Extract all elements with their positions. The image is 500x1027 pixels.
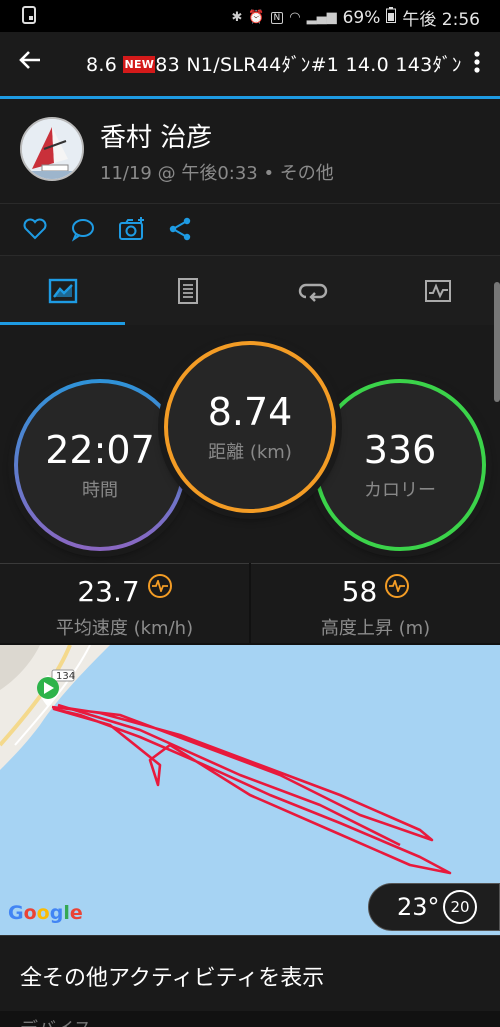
status-bar: ✱ ⏰ N ◠ ▂▄▆ 69% 午後 2:56: [0, 0, 500, 32]
calories-value: 336: [363, 428, 437, 472]
battery-percent: 69%: [342, 7, 381, 28]
loop-icon: [298, 283, 327, 302]
new-badge: NEW: [123, 56, 156, 73]
battery-icon: [386, 7, 397, 28]
action-bar: [0, 203, 500, 255]
temperature: 23°: [397, 893, 440, 921]
avatar[interactable]: [20, 117, 84, 181]
heart-icon[interactable]: [22, 216, 50, 244]
graph-icon: [424, 280, 451, 302]
time-value: 22:07: [45, 428, 155, 472]
google-attribution: Google: [8, 902, 83, 924]
screenshot-notification-icon: [22, 6, 36, 29]
summary-chart-icon: [48, 278, 77, 304]
distance-value: 8.74: [207, 390, 293, 434]
back-arrow-icon[interactable]: [18, 46, 42, 80]
alarm-icon: ⏰: [248, 10, 265, 25]
graphs-tab[interactable]: [375, 256, 500, 326]
calories-label: カロリー: [364, 480, 436, 501]
activity-meta: 11/19 @ 午後0:33 • その他: [100, 163, 334, 184]
activity-title: 8.6 NEW83 N1/SLR44ﾀﾞﾝ#1 14.0 143ﾀﾞﾝ: [86, 50, 462, 77]
bluetooth-icon: ✱: [231, 10, 243, 25]
stats-panel: 22:07 時間 336 カロリー 8.74 距離 (km): [0, 325, 500, 563]
scrollbar[interactable]: [494, 282, 500, 402]
time-label: 時間: [82, 480, 118, 501]
avg-speed-label: 平均速度 (km/h): [55, 618, 194, 639]
show-all-activities-link[interactable]: 全その他アクティビティを表示: [0, 935, 500, 1011]
profile-header: 香村 治彦 11/19 @ 午後0:33 • その他: [0, 99, 500, 203]
document-icon: [177, 278, 198, 304]
signal-icon: ▂▄▆: [306, 10, 337, 25]
camera-add-icon[interactable]: [118, 216, 146, 244]
weather-badge[interactable]: 23° 20: [368, 883, 500, 931]
app-bar: 8.6 NEW83 N1/SLR44ﾀﾞﾝ#1 14.0 143ﾀﾞﾝ: [0, 32, 500, 96]
status-icons: ✱ ⏰ N ◠ ▂▄▆ 69% 午後 2:56: [231, 5, 480, 30]
show-all-activities-label: 全その他アクティビティを表示: [20, 966, 325, 991]
road-number: 134: [56, 671, 75, 682]
devices-section: デバイス: [0, 1011, 500, 1027]
share-icon[interactable]: [168, 216, 196, 244]
devices-heading: デバイス: [20, 1015, 91, 1027]
wind-speed-icon: 20: [443, 890, 477, 924]
ascent-value: 58: [341, 575, 378, 608]
ascent-stat: 58 高度上昇 (m): [251, 563, 500, 643]
kebab-menu-icon[interactable]: [474, 50, 480, 78]
time-stat: 22:07 時間: [14, 379, 186, 551]
title-suffix: 83 N1/SLR44ﾀﾞﾝ#1 14.0 143ﾀﾞﾝ: [155, 54, 462, 76]
summary-tab[interactable]: [0, 256, 125, 326]
pulse-info-icon[interactable]: [147, 574, 172, 598]
details-tab[interactable]: [125, 256, 250, 326]
avg-speed-stat: 23.7 平均速度 (km/h): [0, 563, 249, 643]
ascent-label: 高度上昇 (m): [320, 618, 431, 639]
user-name[interactable]: 香村 治彦: [100, 117, 212, 154]
calories-stat: 336 カロリー: [314, 379, 486, 551]
avg-speed-value: 23.7: [77, 575, 140, 608]
distance-label: 距離 (km): [208, 442, 292, 463]
activity-tabs: [0, 255, 500, 326]
wifi-icon: ◠: [289, 10, 301, 25]
pulse-info-icon[interactable]: [385, 574, 410, 598]
clock: 午後 2:56: [402, 10, 480, 30]
title-prefix: 8.6: [86, 54, 118, 76]
nfc-icon: N: [270, 11, 284, 24]
laps-tab[interactable]: [250, 256, 375, 326]
comment-icon[interactable]: [70, 216, 98, 244]
distance-stat: 8.74 距離 (km): [164, 341, 336, 513]
